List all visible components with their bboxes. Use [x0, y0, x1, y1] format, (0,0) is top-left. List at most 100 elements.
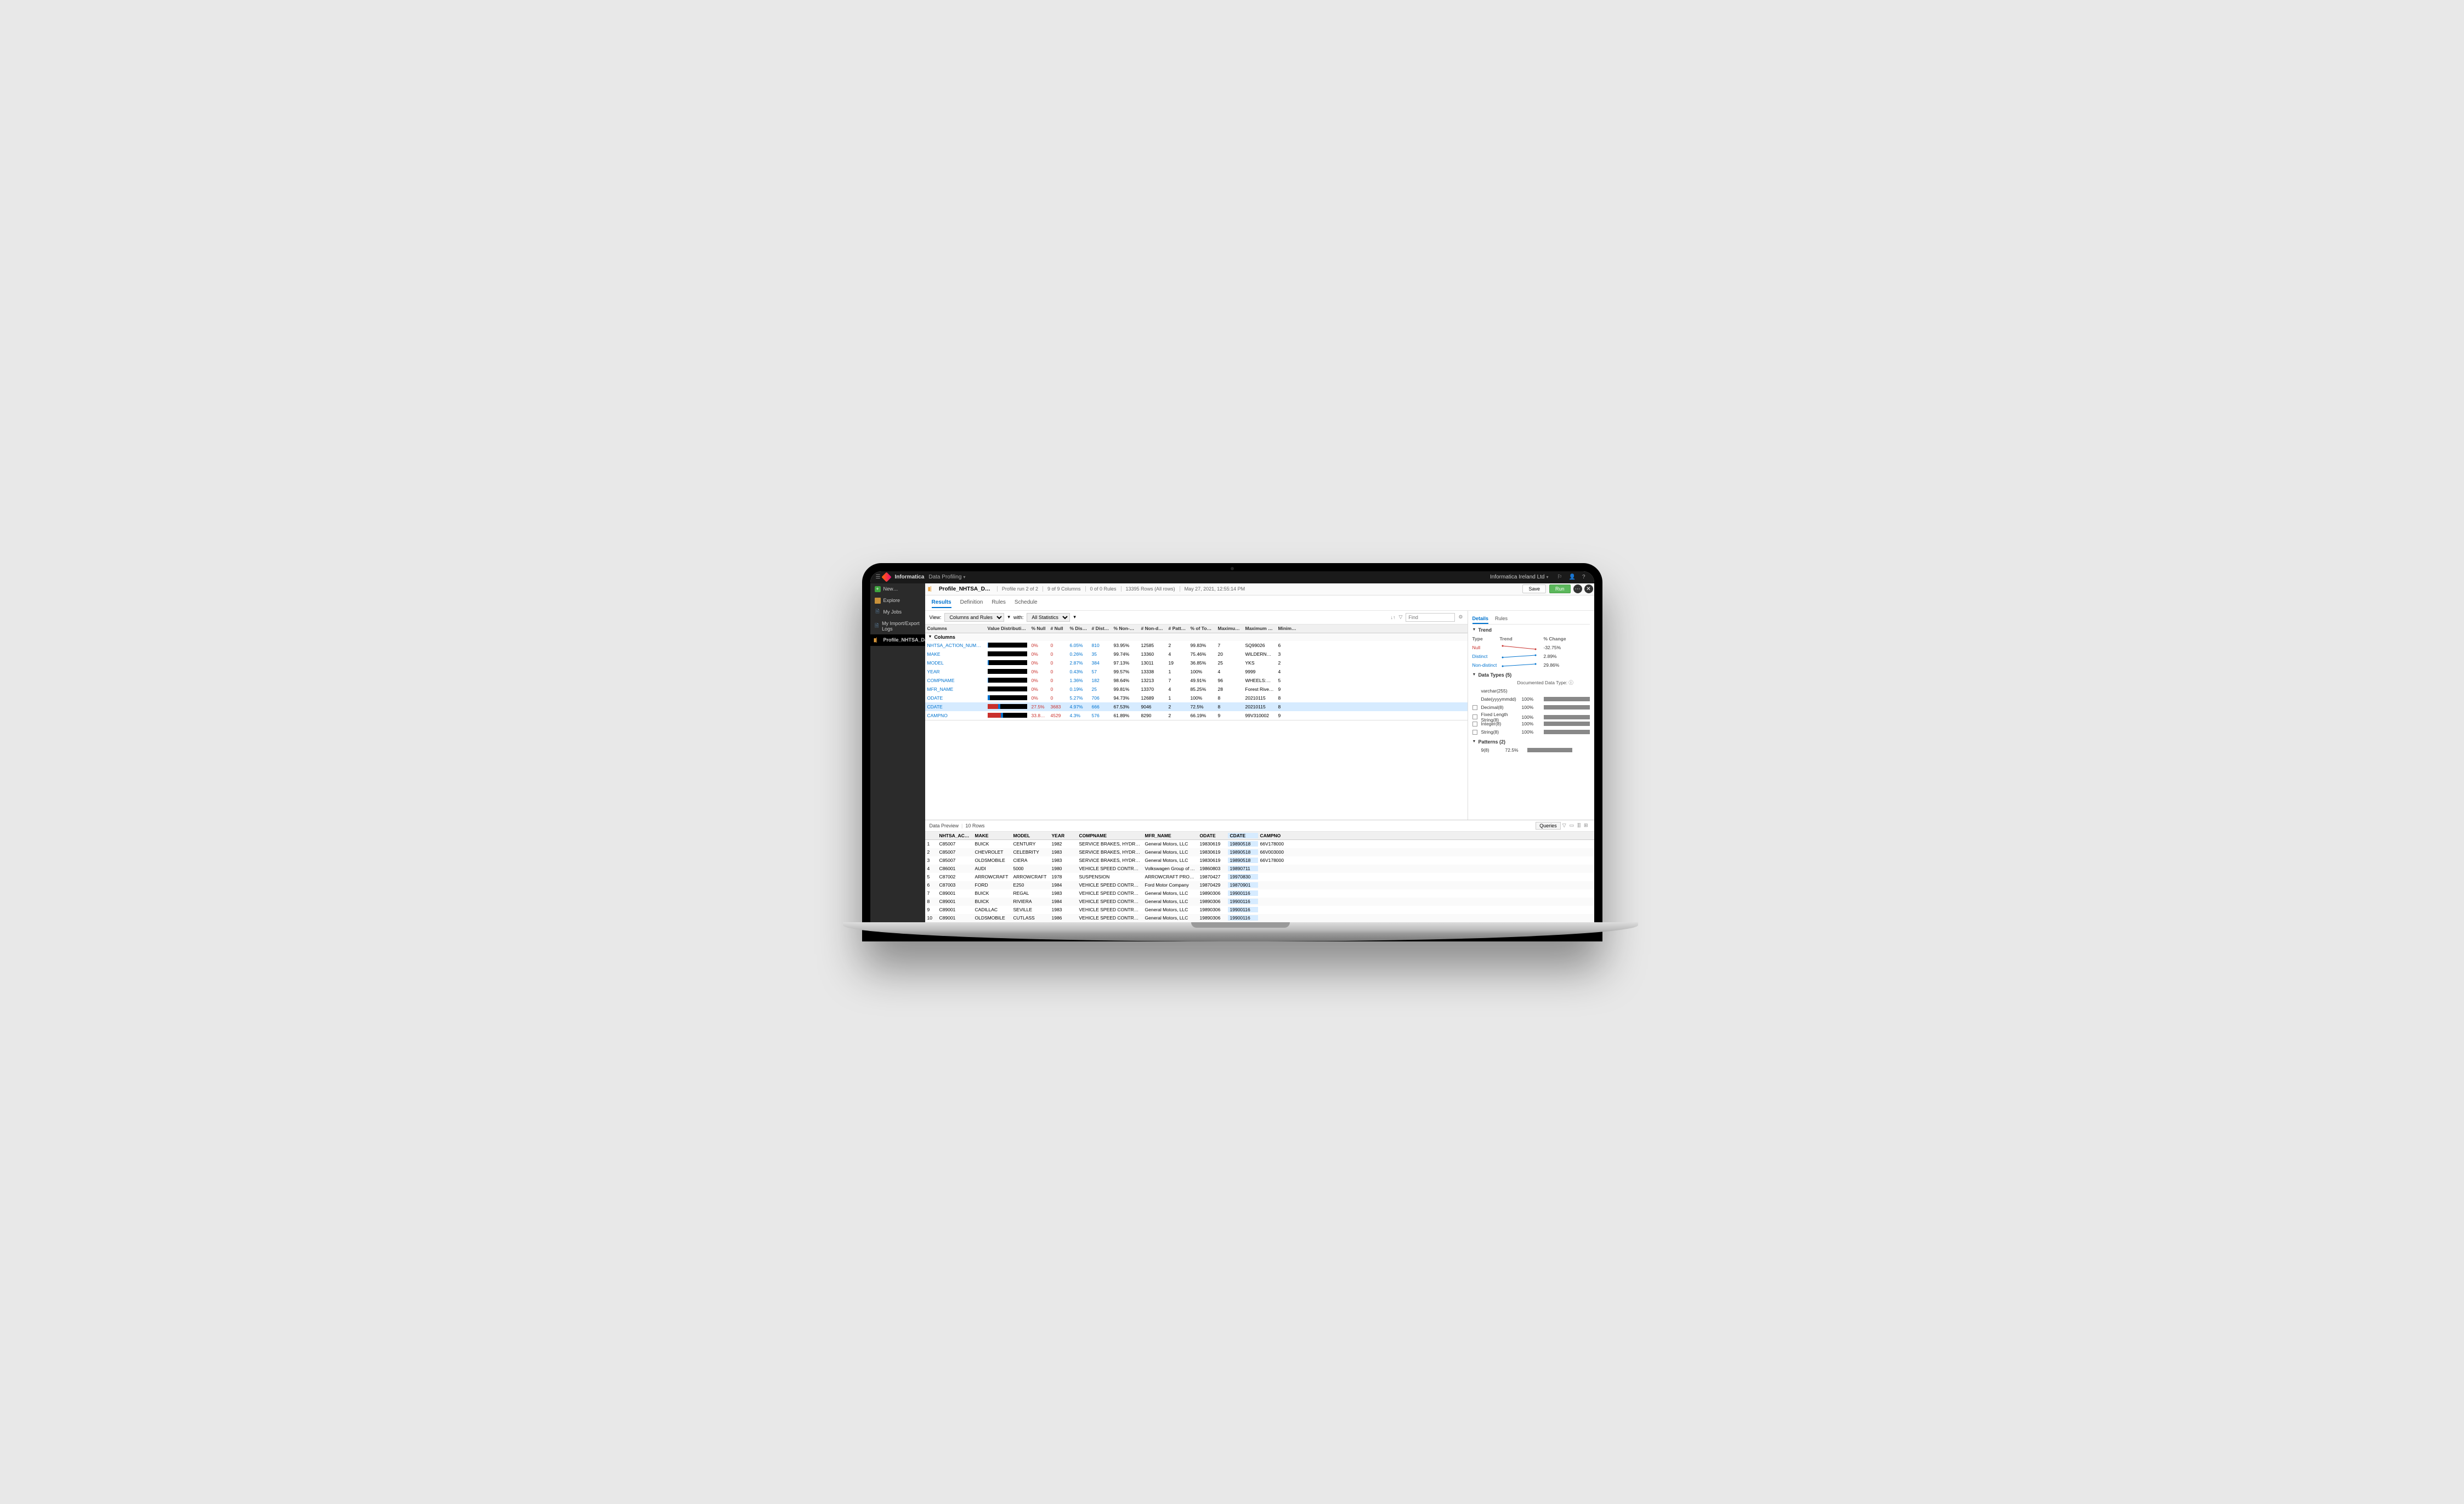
details-tabs: Details Rules — [1472, 614, 1590, 625]
hamburger-icon[interactable]: ☰ — [876, 574, 881, 580]
tab-rules[interactable]: Rules — [1495, 614, 1508, 624]
tab-schedule[interactable]: Schedule — [1015, 598, 1038, 608]
preview-header: Data Preview | 10 Rows Queries ▽ ▭ ⫿⫿ ⊞ — [925, 820, 1594, 832]
crumb-rows: 13395 Rows (All rows) — [1121, 586, 1180, 592]
user-icon[interactable]: 👤 — [1568, 574, 1575, 580]
chevron-down-icon: ▾ — [963, 575, 965, 580]
chart-icon: ▮⎸ — [928, 586, 937, 592]
sidebar-item-jobs[interactable]: 🗎My Jobs — [870, 606, 925, 618]
gear-icon[interactable]: ⚙ — [1458, 614, 1463, 620]
layout-icon[interactable]: ▭ — [1570, 822, 1574, 828]
datatype-row[interactable]: Decimal(8)100% — [1472, 703, 1590, 712]
plus-icon: + — [875, 586, 881, 592]
preview-row[interactable]: 1C85007BUICKCENTURY1982SERVICE BRAKES, H… — [925, 840, 1594, 848]
pattern-row[interactable]: 9(8)72.5% — [1472, 746, 1590, 754]
column-row[interactable]: MODEL0%02.87%38497.13%130111936.85%25YKS… — [925, 659, 1468, 667]
checkbox[interactable] — [1472, 722, 1477, 727]
trend-header: TypeTrend% Change — [1472, 634, 1590, 643]
editor-title: Profile_NHTSA_D… — [939, 586, 990, 592]
sidebar-item-profile[interactable]: ▮⎸Profile_NHTSA_Data⊗ — [870, 634, 925, 646]
sort-icon[interactable]: ↓↑ — [1391, 615, 1396, 620]
preview-row[interactable]: 6C87003FORDE2501984VEHICLE SPEED CONTROL… — [925, 881, 1594, 889]
columns-table: ColumnsValue Distribution % Null# Null %… — [925, 625, 1468, 720]
org-dropdown[interactable]: Informatica Ireland Ltd▾ — [1490, 574, 1549, 580]
tab-details[interactable]: Details — [1472, 614, 1489, 624]
preview-table: NHTSA_ACTION_NUMBERMAKEMODELYEARCOMPNAME… — [925, 832, 1594, 922]
datatype-row[interactable]: Fixed Length String(8)100% — [1472, 712, 1590, 720]
datatype-row[interactable]: String(8)100% — [1472, 728, 1590, 736]
page-icon: 🗎 — [875, 609, 881, 615]
preview-row[interactable]: 7C89001BUICKREGAL1983VEHICLE SPEED CONTR… — [925, 889, 1594, 898]
filter-icon[interactable]: ▽ — [1562, 822, 1566, 828]
view-mode-select[interactable]: Columns and Rules — [944, 613, 1004, 622]
datatypes-section[interactable]: ▼Data Types (5) — [1472, 672, 1590, 678]
trend-row: Distinct2.89% — [1472, 652, 1590, 661]
datatype-row[interactable]: varchar(255) — [1472, 687, 1590, 695]
columns-group[interactable]: ▼Columns — [925, 633, 1468, 641]
datatype-row[interactable]: Date(yyyymmdd)100% — [1472, 695, 1590, 703]
filter-icon[interactable]: ▽ — [1399, 614, 1403, 620]
view-label: View: — [930, 615, 942, 620]
crumb-rules: 0 of 0 Rules — [1085, 586, 1121, 592]
module-dropdown[interactable]: Data Profiling▾ — [928, 574, 965, 580]
folder-icon — [875, 598, 881, 604]
preview-title: Data Preview — [930, 823, 959, 828]
preview-row[interactable]: 8C89001BUICKRIVIERA1984VEHICLE SPEED CON… — [925, 898, 1594, 906]
preview-pane: Data Preview | 10 Rows Queries ▽ ▭ ⫿⫿ ⊞ … — [925, 820, 1594, 922]
column-row[interactable]: ODATE0%05.27%70694.73%126891100%82021011… — [925, 694, 1468, 702]
queries-button[interactable]: Queries — [1536, 822, 1561, 830]
grid-icon[interactable]: ⊞ — [1584, 822, 1588, 828]
pattern-row[interactable] — [1472, 754, 1590, 763]
preview-row[interactable]: 9C89001CADILLACSEVILLE1983VEHICLE SPEED … — [925, 906, 1594, 914]
app-screen: ☰ Informatica Data Profiling▾ Informatic… — [870, 571, 1594, 922]
trend-section[interactable]: ▼Trend — [1472, 627, 1590, 633]
camera — [1231, 567, 1234, 570]
topbar: ☰ Informatica Data Profiling▾ Informatic… — [870, 571, 1594, 583]
crumb-cols: 9 of 9 Columns — [1043, 586, 1085, 592]
tab-rules[interactable]: Rules — [992, 598, 1006, 608]
column-row[interactable]: COMPNAME0%01.36%18298.64%13213749.91%96W… — [925, 676, 1468, 685]
chevron-down-icon: ▾ — [1547, 575, 1549, 580]
column-row[interactable]: NHTSA_ACTION_NUMBER0%06.05%81093.95%1258… — [925, 641, 1468, 650]
crumb-time: May 27, 2021, 12:55:14 PM — [1180, 586, 1250, 592]
preview-count: 10 Rows — [965, 823, 984, 828]
tab-definition[interactable]: Definition — [960, 598, 983, 608]
sidebar-item-explore[interactable]: Explore — [870, 595, 925, 606]
preview-row[interactable]: 4C86001AUDI50001980VEHICLE SPEED CONTROL… — [925, 865, 1594, 873]
notification-icon[interactable]: ⚐ — [1557, 574, 1562, 580]
stats-select[interactable]: All Statistics — [1027, 613, 1070, 622]
column-row[interactable]: YEAR0%00.43%5799.57%133381100%499994 — [925, 667, 1468, 676]
triangle-down-icon: ▼ — [1472, 673, 1476, 677]
doc-type-row: Documented Data Type: ⓘ — [1472, 679, 1590, 687]
columns-header: ColumnsValue Distribution % Null# Null %… — [925, 625, 1468, 633]
column-row[interactable]: MAKE0%00.26%3599.74%13360475.46%20WILDER… — [925, 650, 1468, 659]
more-icon[interactable]: ⋯ — [1573, 584, 1582, 593]
column-row[interactable]: CAMPNO33.81%45294.3%57661.89%8290266.19%… — [925, 711, 1468, 720]
preview-row[interactable]: 5C87002ARROWCRAFTARROWCRAFT1978SUSPENSIO… — [925, 873, 1594, 881]
checkbox[interactable] — [1472, 705, 1477, 710]
sidebar-item-new[interactable]: +New… — [870, 583, 925, 595]
column-row[interactable]: CDATE27.5%36834.97%66667.53%9046272.5%82… — [925, 702, 1468, 711]
left-pane: View: Columns and Rules ▾ with: All Stat… — [925, 611, 1468, 820]
help-icon[interactable]: ? — [1582, 574, 1585, 580]
info-icon[interactable]: ⓘ — [1568, 680, 1573, 685]
columns-icon[interactable]: ⫿⫿ — [1577, 822, 1581, 828]
preview-row[interactable]: 10C89001OLDSMOBILECUTLASS1986VEHICLE SPE… — [925, 914, 1594, 922]
close-icon[interactable]: ✕ — [1584, 584, 1593, 593]
patterns-section[interactable]: ▼Patterns (2) — [1472, 739, 1590, 745]
triangle-down-icon: ▼ — [1472, 628, 1476, 632]
tab-results[interactable]: Results — [932, 598, 951, 608]
save-button[interactable]: Save — [1522, 584, 1546, 593]
sidebar-item-import[interactable]: 🗎My Import/Export Logs — [870, 618, 925, 634]
crumb-run: Profile run 2 of 2 — [997, 586, 1043, 592]
datatype-row[interactable]: Integer(8)100% — [1472, 720, 1590, 728]
preview-row[interactable]: 3C85007OLDSMOBILECIERA1983SERVICE BRAKES… — [925, 856, 1594, 865]
chart-icon: ▮⎸ — [875, 637, 881, 643]
checkbox[interactable] — [1472, 730, 1477, 735]
run-button[interactable]: Run — [1549, 584, 1571, 593]
find-input[interactable] — [1406, 613, 1455, 622]
checkbox[interactable] — [1472, 714, 1477, 719]
brand-label: Informatica — [894, 574, 924, 580]
preview-row[interactable]: 2C85007CHEVROLETCELEBRITY1983SERVICE BRA… — [925, 848, 1594, 856]
column-row[interactable]: MFR_NAME0%00.19%2599.81%13370485.25%28Fo… — [925, 685, 1468, 694]
